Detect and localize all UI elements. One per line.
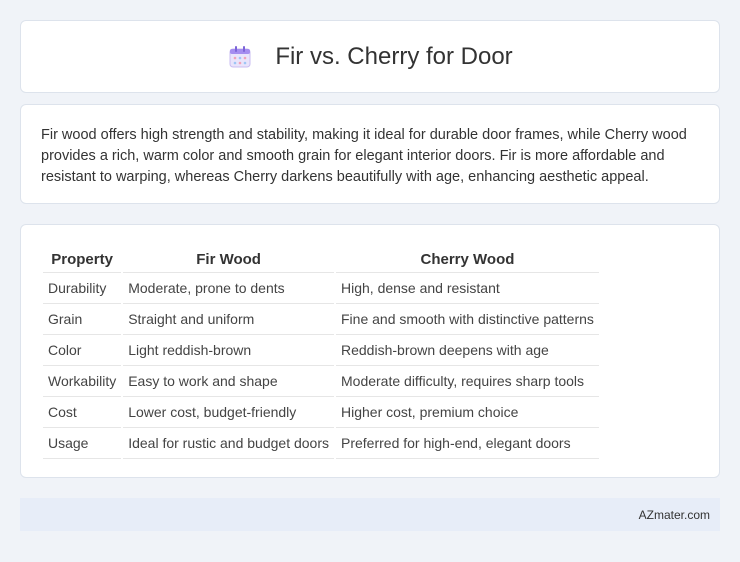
table-cell: Usage (43, 428, 122, 459)
footer: AZmater.com (20, 498, 720, 531)
table-cell: Cost (43, 397, 122, 428)
header-property: Property (43, 245, 122, 273)
table-row: Cost Lower cost, budget-friendly Higher … (43, 397, 599, 428)
summary-card: Fir wood offers high strength and stabil… (20, 104, 720, 204)
header-fir-wood: Fir Wood (123, 245, 334, 273)
table-row: Durability Moderate, prone to dents High… (43, 273, 599, 304)
table-cell: Moderate difficulty, requires sharp tool… (336, 366, 599, 397)
table-cell: Light reddish-brown (123, 335, 334, 366)
header-cherry-wood: Cherry Wood (336, 245, 599, 273)
title-card: Fir vs. Cherry for Door (20, 20, 720, 93)
summary-text: Fir wood offers high strength and stabil… (41, 127, 687, 185)
table-cell: Straight and uniform (123, 304, 334, 335)
table-cell: Preferred for high-end, elegant doors (336, 428, 599, 459)
table-row: Color Light reddish-brown Reddish-brown … (43, 335, 599, 366)
table-row: Usage Ideal for rustic and budget doors … (43, 428, 599, 459)
comparison-table: Property Fir Wood Cherry Wood Durability… (41, 245, 601, 459)
page-title: Fir vs. Cherry for Door (275, 42, 513, 70)
table-row: Workability Easy to work and shape Moder… (43, 366, 599, 397)
table-cell: High, dense and resistant (336, 273, 599, 304)
table-row: Grain Straight and uniform Fine and smoo… (43, 304, 599, 335)
table-cell: Grain (43, 304, 122, 335)
table-header-row: Property Fir Wood Cherry Wood (43, 245, 599, 273)
title-wrap: Fir vs. Cherry for Door (227, 42, 513, 71)
table-cell: Moderate, prone to dents (123, 273, 334, 304)
calendar-icon (227, 44, 253, 70)
table-cell: Ideal for rustic and budget doors (123, 428, 334, 459)
table-cell: Workability (43, 366, 122, 397)
table-cell: Durability (43, 273, 122, 304)
table-cell: Lower cost, budget-friendly (123, 397, 334, 428)
table-cell: Color (43, 335, 122, 366)
footer-site-link[interactable]: AZmater.com (639, 508, 710, 522)
table-card: Property Fir Wood Cherry Wood Durability… (20, 224, 720, 478)
table-cell: Reddish-brown deepens with age (336, 335, 599, 366)
table-cell: Easy to work and shape (123, 366, 334, 397)
table-cell: Fine and smooth with distinctive pattern… (336, 304, 599, 335)
table-cell: Higher cost, premium choice (336, 397, 599, 428)
